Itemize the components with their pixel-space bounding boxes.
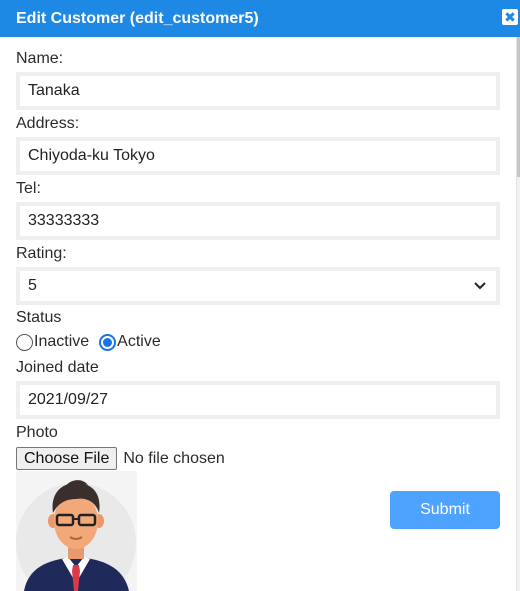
tel-label: Tel: [16, 180, 41, 197]
close-icon[interactable]: ✖ [502, 9, 518, 25]
choose-file-button[interactable]: Choose File [16, 447, 118, 470]
customer-photo [16, 471, 137, 591]
status-active-radio[interactable] [99, 333, 117, 351]
photo-label: Photo [16, 424, 58, 441]
rating-value: 5 [28, 277, 37, 294]
photo-file-input: Choose File No file chosen [16, 447, 225, 470]
rating-label: Rating: [16, 245, 67, 262]
dialog-title: Edit Customer (edit_customer5) [16, 9, 259, 27]
name-label: Name: [16, 50, 64, 67]
joined-date-value: 2021/09/27 [28, 391, 109, 408]
status-radio-group: Inactive Active [16, 333, 161, 351]
address-label: Address: [16, 115, 80, 132]
chevron-down-icon [474, 279, 486, 293]
submit-button[interactable]: Submit [390, 491, 500, 529]
status-label: Status [16, 309, 62, 326]
rating-select[interactable]: 5 [16, 267, 500, 305]
tel-field[interactable]: 33333333 [16, 202, 500, 240]
name-field[interactable]: Tanaka [16, 72, 500, 110]
person-avatar-icon [16, 480, 136, 591]
file-status-text: No file chosen [123, 449, 225, 467]
close-symbol: ✖ [504, 9, 516, 25]
name-value: Tanaka [28, 82, 80, 99]
joined-date-field[interactable]: 2021/09/27 [16, 381, 500, 419]
joined-date-label: Joined date [16, 359, 99, 376]
dialog-titlebar: Edit Customer (edit_customer5) ✖ [0, 0, 520, 37]
status-inactive-label: Inactive [34, 333, 90, 350]
address-field[interactable]: Chiyoda-ku Tokyo [16, 137, 500, 175]
address-value: Chiyoda-ku Tokyo [28, 147, 155, 164]
status-active-label: Active [117, 333, 161, 350]
status-inactive-radio[interactable] [16, 333, 33, 351]
tel-value: 33333333 [28, 212, 100, 229]
